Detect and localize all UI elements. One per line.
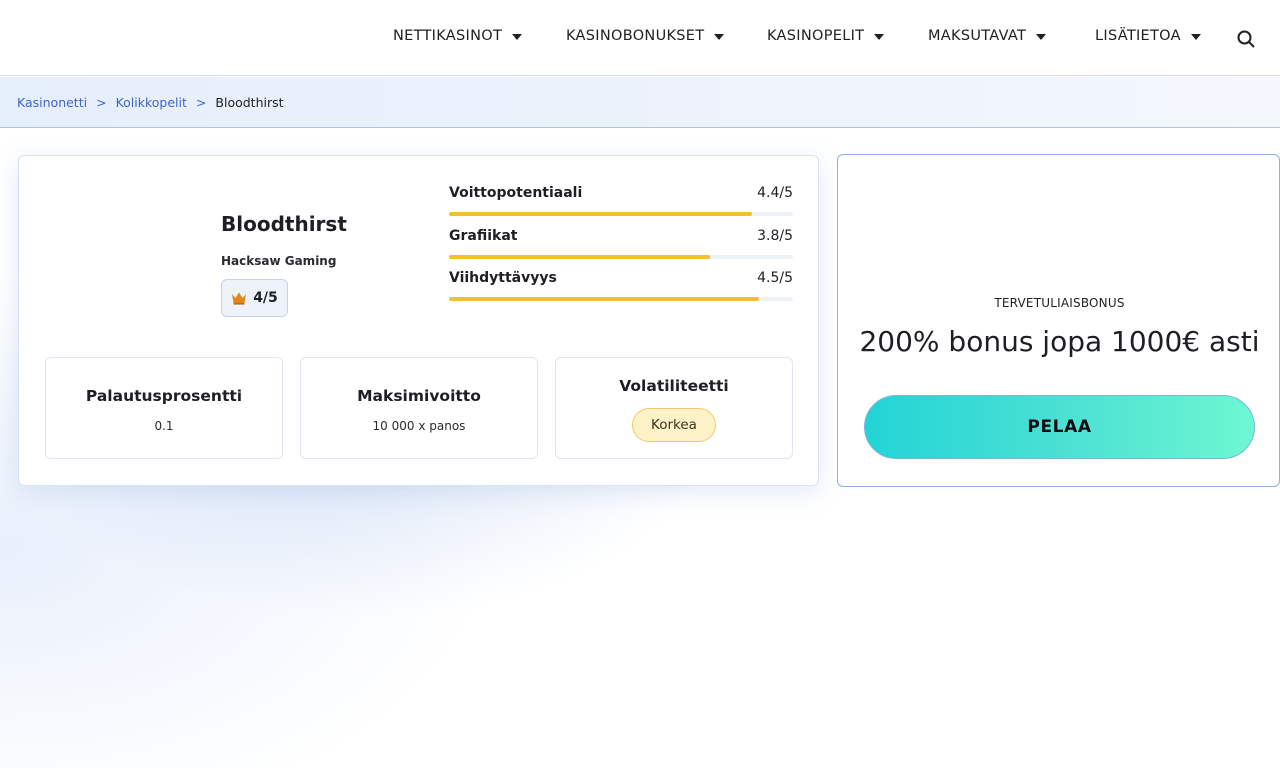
metric-track — [449, 297, 793, 301]
stat-volatiliteetti: Volatiliteetti Korkea — [555, 357, 793, 459]
metric-label: Grafiikat — [449, 228, 518, 244]
site-header: NETTIKASINOT KASINOBONUKSET KASINOPELIT … — [0, 0, 1280, 76]
bonus-card: TERVETULIAISBONUS 200% bonus jopa 1000€ … — [837, 154, 1280, 487]
breadcrumb-link-kasinonetti[interactable]: Kasinonetti — [17, 95, 87, 110]
stat-title: Volatiliteetti — [619, 377, 729, 395]
stat-value: 0.1 — [154, 419, 174, 433]
bonus-label: TERVETULIAISBONUS — [994, 296, 1125, 310]
caret-down-icon — [512, 34, 523, 40]
crown-icon — [232, 292, 247, 305]
main-nav: NETTIKASINOT KASINOBONUKSET KASINOPELIT … — [0, 24, 1280, 48]
breadcrumb-link-kolikkopelit[interactable]: Kolikkopelit — [116, 95, 187, 110]
nav-item-kasinobonukset[interactable]: KASINOBONUKSET — [566, 24, 725, 48]
rating-badge: 4/5 — [221, 279, 288, 317]
game-info-card: Bloodthirst Hacksaw Gaming 4/5 Voittopot… — [18, 155, 819, 486]
nav-item-maksutavat[interactable]: MAKSUTAVAT — [928, 24, 1047, 48]
metric-track — [449, 212, 793, 216]
caret-down-icon — [874, 34, 885, 40]
breadcrumb-separator: > — [96, 94, 107, 110]
stat-value: 10 000 x panos — [372, 419, 466, 433]
metric-bar-fill — [449, 297, 759, 301]
metric-grafiikat: Grafiikat 3.8/5 — [449, 228, 793, 268]
metric-track — [449, 255, 793, 259]
search-icon — [1237, 30, 1255, 48]
caret-down-icon — [1036, 34, 1047, 40]
breadcrumb-separator: > — [195, 94, 207, 110]
nav-item-label: NETTIKASINOT — [393, 28, 503, 44]
metric-label: Viihdyttävyys — [449, 270, 557, 286]
metric-label: Voittopotentiaali — [449, 185, 583, 201]
game-title: Bloodthirst — [221, 212, 347, 236]
stat-title: Palautusprosentti — [85, 387, 243, 405]
rating-value: 4/5 — [253, 290, 278, 306]
volatility-badge: Korkea — [632, 408, 716, 442]
nav-item-label: KASINOBONUKSET — [566, 28, 705, 44]
search-button[interactable] — [1236, 29, 1256, 49]
stat-title: Maksimivoitto — [357, 387, 481, 405]
metric-bar-fill — [449, 212, 752, 216]
breadcrumb: Kasinonetti > Kolikkopelit > Bloodthirst — [0, 77, 1280, 128]
metric-bar-fill — [449, 255, 711, 259]
nav-item-nettikasinot[interactable]: NETTIKASINOT — [393, 24, 523, 48]
nav-item-lisatietoa[interactable]: LISÄTIETOA — [1095, 24, 1201, 48]
nav-item-label: LISÄTIETOA — [1095, 28, 1181, 44]
nav-item-kasinopelit[interactable]: KASINOPELIT — [767, 24, 885, 48]
stat-maksimivoitto: Maksimivoitto 10 000 x panos — [300, 357, 538, 459]
metric-voittopotentiaali: Voittopotentiaali 4.4/5 — [449, 185, 793, 225]
metric-value: 3.8/5 — [757, 228, 793, 244]
nav-item-label: KASINOPELIT — [767, 28, 865, 44]
stat-palautusprosentti: Palautusprosentti 0.1 — [45, 357, 283, 459]
bonus-offer-text: 200% bonus jopa 1000€ asti — [859, 325, 1260, 358]
metric-value: 4.5/5 — [757, 270, 793, 286]
metric-viihdyttavyys: Viihdyttävyys 4.5/5 — [449, 270, 793, 310]
caret-down-icon — [1190, 34, 1201, 40]
nav-item-label: MAKSUTAVAT — [928, 28, 1027, 44]
metric-value: 4.4/5 — [757, 185, 793, 201]
game-provider: Hacksaw Gaming — [221, 254, 337, 268]
breadcrumb-current: Bloodthirst — [215, 94, 284, 110]
play-button[interactable]: PELAA — [864, 395, 1255, 459]
caret-down-icon — [714, 34, 725, 40]
